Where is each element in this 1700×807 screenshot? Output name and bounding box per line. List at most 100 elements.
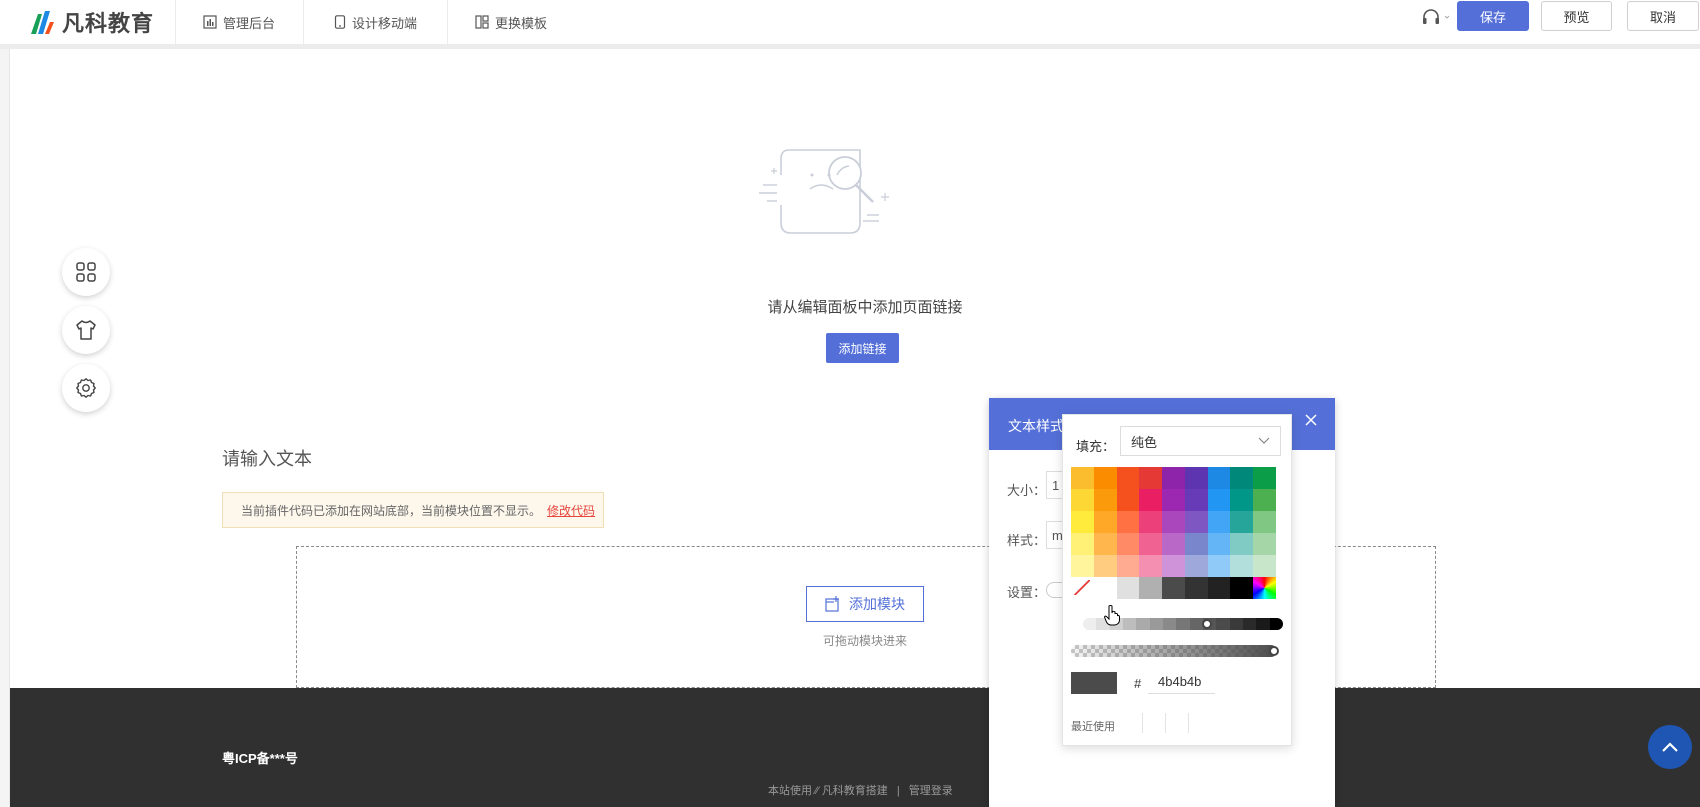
color-swatch[interactable] xyxy=(1162,511,1185,533)
brightness-step[interactable] xyxy=(1083,618,1097,630)
color-swatch[interactable] xyxy=(1116,489,1140,511)
nav-admin[interactable]: 管理后台 xyxy=(203,0,275,44)
modules-tool-button[interactable] xyxy=(62,248,110,296)
color-swatch[interactable] xyxy=(1162,533,1185,555)
admin-login-link[interactable]: 管理登录 xyxy=(909,785,953,797)
color-swatch[interactable] xyxy=(1230,577,1254,599)
color-swatch[interactable] xyxy=(1139,555,1163,577)
brightness-step[interactable] xyxy=(1149,618,1163,630)
fill-mode-select[interactable]: 纯色 xyxy=(1120,426,1281,456)
color-swatch[interactable] xyxy=(1093,555,1117,577)
nav-change-template[interactable]: 更换模板 xyxy=(475,0,547,44)
color-swatch[interactable] xyxy=(1207,577,1231,599)
recent-color-slot[interactable] xyxy=(1142,713,1143,733)
color-swatch[interactable] xyxy=(1184,533,1208,555)
panel-close-button[interactable] xyxy=(1302,411,1320,429)
brightness-step[interactable] xyxy=(1189,618,1203,630)
hex-input[interactable]: 4b4b4b xyxy=(1148,670,1215,694)
color-swatch[interactable] xyxy=(1230,533,1254,555)
opacity-slider-handle[interactable] xyxy=(1269,646,1279,656)
color-swatch[interactable] xyxy=(1139,489,1163,511)
preview-button[interactable]: 预览 xyxy=(1541,1,1612,31)
add-module-button[interactable]: 添加模块 xyxy=(806,586,924,622)
add-link-button[interactable]: 添加链接 xyxy=(826,333,899,363)
color-swatch[interactable] xyxy=(1093,533,1117,555)
brightness-step[interactable] xyxy=(1256,618,1270,630)
color-swatch[interactable] xyxy=(1116,533,1140,555)
color-swatch[interactable] xyxy=(1184,467,1208,489)
color-swatch[interactable] xyxy=(1093,577,1117,599)
nav-design-mobile-label: 设计移动端 xyxy=(352,15,418,31)
color-swatch[interactable] xyxy=(1230,511,1254,533)
brand-logo[interactable]: 凡科教育 xyxy=(28,6,168,38)
brightness-slider-handle[interactable] xyxy=(1202,619,1212,629)
color-swatch[interactable] xyxy=(1207,467,1231,489)
color-swatch[interactable] xyxy=(1230,489,1254,511)
recent-color-slot[interactable] xyxy=(1188,713,1189,733)
chevron-down-icon xyxy=(1258,437,1270,444)
color-swatch[interactable] xyxy=(1139,511,1163,533)
brightness-step[interactable] xyxy=(1269,618,1283,630)
color-swatch[interactable] xyxy=(1116,511,1140,533)
color-swatch[interactable] xyxy=(1184,511,1208,533)
color-swatch[interactable] xyxy=(1253,467,1276,489)
color-swatch[interactable] xyxy=(1093,489,1117,511)
recent-color-slot[interactable] xyxy=(1165,713,1166,733)
color-swatch[interactable] xyxy=(1253,511,1276,533)
color-swatch[interactable] xyxy=(1162,577,1185,599)
theme-tool-button[interactable] xyxy=(62,306,110,354)
text-module-title[interactable]: 请输入文本 xyxy=(222,445,312,471)
color-swatch[interactable] xyxy=(1230,555,1254,577)
headset-icon xyxy=(1423,9,1450,24)
brightness-step[interactable] xyxy=(1216,618,1230,630)
color-swatch[interactable] xyxy=(1253,555,1276,577)
brightness-step[interactable] xyxy=(1242,618,1257,630)
color-swatch[interactable] xyxy=(1071,489,1094,511)
size-input[interactable]: 1 xyxy=(1046,471,1062,499)
settings-toggle[interactable] xyxy=(1046,582,1062,598)
powered-brand[interactable]: 凡科教育搭建 xyxy=(822,785,888,797)
color-swatch[interactable] xyxy=(1116,467,1140,489)
brightness-step[interactable] xyxy=(1229,618,1243,630)
color-swatch[interactable] xyxy=(1071,511,1094,533)
color-swatch[interactable] xyxy=(1162,555,1185,577)
scroll-to-top-button[interactable] xyxy=(1648,725,1692,769)
color-swatch[interactable] xyxy=(1139,577,1163,599)
color-swatch[interactable] xyxy=(1207,489,1231,511)
brightness-step[interactable] xyxy=(1136,618,1150,630)
color-swatch[interactable] xyxy=(1184,577,1208,599)
style-input[interactable]: m xyxy=(1046,521,1063,549)
color-swatch[interactable] xyxy=(1184,555,1208,577)
color-swatch[interactable] xyxy=(1071,555,1094,577)
color-swatch[interactable] xyxy=(1162,489,1185,511)
color-swatch[interactable] xyxy=(1139,467,1163,489)
color-swatch[interactable] xyxy=(1071,467,1094,489)
color-swatch[interactable] xyxy=(1093,467,1117,489)
color-swatch[interactable] xyxy=(1207,511,1231,533)
color-swatch[interactable] xyxy=(1184,489,1208,511)
color-swatch[interactable] xyxy=(1162,467,1185,489)
no-color-swatch[interactable] xyxy=(1071,577,1094,599)
color-swatch[interactable] xyxy=(1116,577,1140,599)
color-swatch[interactable] xyxy=(1207,533,1231,555)
color-swatch[interactable] xyxy=(1253,533,1276,555)
color-swatch[interactable] xyxy=(1230,467,1254,489)
color-swatch[interactable] xyxy=(1116,555,1140,577)
opacity-slider[interactable] xyxy=(1071,645,1277,657)
color-swatch[interactable] xyxy=(1253,489,1276,511)
save-button[interactable]: 保存 xyxy=(1457,1,1529,31)
color-swatch[interactable] xyxy=(1093,511,1117,533)
brightness-step[interactable] xyxy=(1122,618,1137,630)
icp-number[interactable]: 粤ICP备***号 xyxy=(222,748,298,767)
color-swatch[interactable] xyxy=(1071,533,1094,555)
color-swatch[interactable] xyxy=(1207,555,1231,577)
custom-color-swatch[interactable] xyxy=(1253,577,1276,599)
brightness-step[interactable] xyxy=(1176,618,1190,630)
nav-design-mobile[interactable]: 设计移动端 xyxy=(334,0,417,44)
brightness-step[interactable] xyxy=(1162,618,1177,630)
settings-tool-button[interactable] xyxy=(62,364,110,412)
cancel-button[interactable]: 取消 xyxy=(1627,1,1699,31)
color-swatch[interactable] xyxy=(1139,533,1163,555)
support-button[interactable] xyxy=(1421,8,1453,28)
edit-code-link[interactable]: 修改代码 xyxy=(547,502,595,519)
